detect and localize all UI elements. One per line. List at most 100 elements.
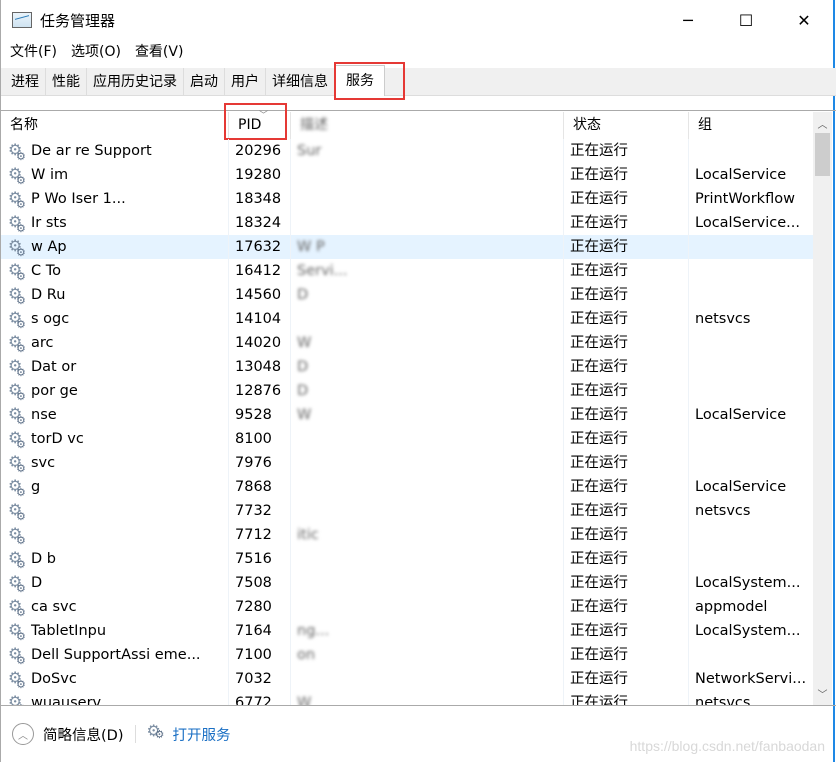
service-name: ca svc	[1, 595, 229, 619]
scrollbar-thumb[interactable]	[815, 133, 830, 176]
service-name: D b	[1, 547, 229, 571]
service-group: PrintWorkflow	[695, 191, 795, 207]
service-row[interactable]: D 7508 正在运行 LocalSystem...	[1, 571, 813, 595]
service-row[interactable]: 7732 正在运行 netsvcs	[1, 499, 813, 523]
column-pid[interactable]: ﹀ PID	[229, 111, 291, 139]
service-row[interactable]: arc 14020 W 正在运行	[1, 331, 813, 355]
service-description	[291, 451, 564, 475]
service-row[interactable]: g 7868 正在运行 LocalService	[1, 475, 813, 499]
menu-view[interactable]: 查看(V)	[135, 41, 184, 61]
service-description: ng...	[291, 619, 564, 643]
service-name-text: TabletInpu	[31, 623, 107, 639]
tab-startup[interactable]: 启动	[184, 68, 225, 96]
service-row[interactable]: wuauserv 6772 W 正在运行 netsvcs	[1, 691, 813, 705]
service-pid: 14020	[229, 331, 291, 355]
service-name-text: wuauserv	[31, 695, 102, 705]
service-description: W	[291, 331, 564, 355]
tab-details[interactable]: 详细信息	[266, 68, 335, 96]
service-name: De ar re Support	[1, 139, 229, 163]
service-group: netsvcs	[695, 695, 751, 705]
service-name: wuauserv	[1, 691, 229, 705]
brief-info-button[interactable]: 简略信息(D)	[43, 724, 123, 745]
tab-users[interactable]: 用户	[225, 68, 266, 96]
column-name[interactable]: 名称	[1, 112, 229, 139]
gear-icon	[8, 259, 28, 283]
service-description-text: W	[297, 335, 312, 351]
vertical-scrollbar[interactable]: ︿ ﹀	[813, 112, 832, 705]
service-row[interactable]: DoSvc 7032 正在运行 NetworkServi...	[1, 667, 813, 691]
service-pid: 7976	[229, 451, 291, 475]
service-description	[291, 499, 564, 523]
menu-file[interactable]: 文件(F)	[10, 41, 57, 61]
service-status: 正在运行	[564, 355, 689, 379]
close-button[interactable]: ✕	[775, 0, 833, 40]
service-row[interactable]: TabletInpu 7164 ng... 正在运行 LocalSystem...	[1, 619, 813, 643]
column-description[interactable]: 描述	[291, 112, 564, 139]
service-group: netsvcs	[695, 311, 751, 327]
service-description-text: W P	[297, 239, 325, 255]
maximize-icon: ☐	[738, 10, 754, 30]
scroll-down-icon[interactable]: ﹀	[813, 686, 832, 703]
chevron-up-icon[interactable]: ︿	[12, 723, 34, 745]
open-services-link[interactable]: 打开服务	[146, 721, 230, 745]
service-name-text: D b	[31, 551, 56, 567]
gear-icon	[8, 211, 28, 235]
service-name: Dat or	[1, 355, 229, 379]
tab-performance[interactable]: 性能	[46, 68, 87, 96]
tab-app-history[interactable]: 应用历史记录	[87, 68, 184, 96]
service-row[interactable]: De ar re Support 20296 Sur 正在运行	[1, 139, 813, 163]
service-group	[689, 379, 813, 403]
service-row[interactable]: 7712 itic 正在运行	[1, 523, 813, 547]
service-name: por ge	[1, 379, 229, 403]
service-row[interactable]: P Wo Iser 1... 18348 正在运行 PrintWorkflow	[1, 187, 813, 211]
service-name-text: w Ap	[31, 239, 67, 255]
service-pid: 17632	[229, 235, 291, 259]
service-name: C To	[1, 259, 229, 283]
scroll-up-icon[interactable]: ︿	[813, 116, 832, 133]
gear-icon	[8, 355, 28, 379]
service-row[interactable]: nse 9528 W 正在运行 LocalService	[1, 403, 813, 427]
service-status: 正在运行	[564, 499, 689, 523]
service-row[interactable]: svc 7976 正在运行	[1, 451, 813, 475]
services-list: De ar re Support 20296 Sur 正在运行 W im 19280 正在运…	[1, 139, 813, 705]
service-status: 正在运行	[564, 475, 689, 499]
tab-services[interactable]: 服务	[335, 65, 385, 96]
task-manager-icon	[12, 12, 32, 28]
maximize-button[interactable]: ☐	[717, 0, 775, 40]
service-row[interactable]: C To 16412 Servi... 正在运行	[1, 259, 813, 283]
service-description: W	[291, 691, 564, 705]
service-row[interactable]: torD vc 8100 正在运行	[1, 427, 813, 451]
column-group[interactable]: 组	[689, 112, 813, 139]
service-name: torD vc	[1, 427, 229, 451]
service-status: 正在运行	[564, 691, 689, 705]
service-row[interactable]: Dat or 13048 D 正在运行	[1, 355, 813, 379]
service-row[interactable]: w Ap 17632 W P 正在运行	[1, 235, 813, 259]
service-group	[689, 259, 813, 283]
service-name-text: De ar re Support	[31, 143, 152, 159]
service-name: D	[1, 571, 229, 595]
service-row[interactable]: por ge 12876 D 正在运行	[1, 379, 813, 403]
service-row[interactable]: s ogc 14104 正在运行 netsvcs	[1, 307, 813, 331]
service-description-text: D	[297, 383, 309, 399]
minimize-button[interactable]: ─	[659, 0, 717, 40]
service-name-text: s ogc	[31, 311, 70, 327]
service-description: D	[291, 355, 564, 379]
service-row[interactable]: Dell SupportAssi eme... 7100 on 正在运行	[1, 643, 813, 667]
service-name	[1, 499, 229, 523]
service-row[interactable]: W im 19280 正在运行 LocalService	[1, 163, 813, 187]
service-group	[689, 547, 813, 571]
gear-icon	[8, 403, 28, 427]
menu-options[interactable]: 选项(O)	[71, 41, 121, 61]
service-row[interactable]: D Ru 14560 D 正在运行	[1, 283, 813, 307]
column-status[interactable]: 状态	[564, 112, 689, 139]
service-group: LocalService	[695, 479, 787, 495]
service-row[interactable]: ca svc 7280 正在运行 appmodel	[1, 595, 813, 619]
service-pid: 7732	[229, 499, 291, 523]
service-row[interactable]: D b 7516 正在运行	[1, 547, 813, 571]
service-description	[291, 475, 564, 499]
tab-processes[interactable]: 进程	[5, 68, 46, 96]
gear-icon	[8, 139, 28, 163]
service-name: arc	[1, 331, 229, 355]
service-row[interactable]: Ir sts 18324 正在运行 LocalService...	[1, 211, 813, 235]
service-group	[689, 427, 813, 451]
